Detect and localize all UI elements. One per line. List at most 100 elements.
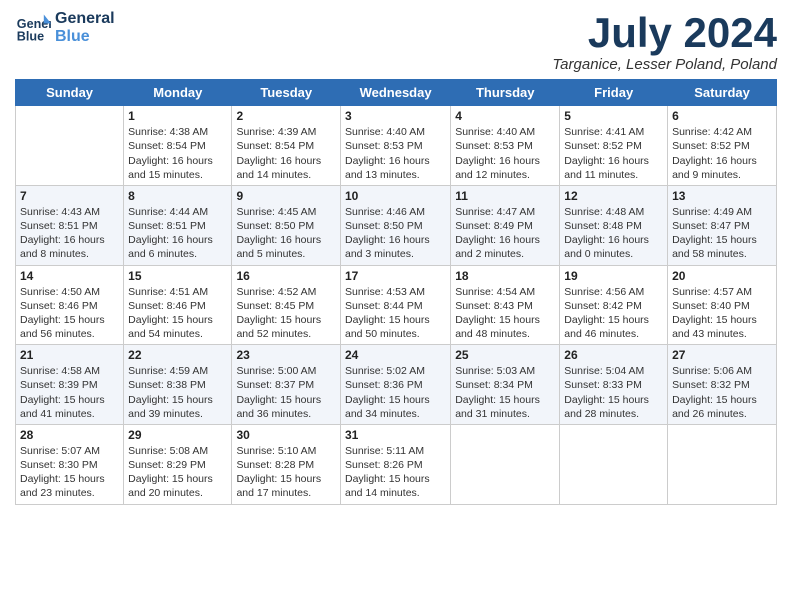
day-number: 3 — [345, 109, 446, 123]
day-info: Sunrise: 4:45 AM Sunset: 8:50 PM Dayligh… — [236, 205, 336, 262]
calendar-cell: 2 Sunrise: 4:39 AM Sunset: 8:54 PM Daylig… — [232, 106, 341, 186]
day-info: Sunrise: 4:49 AM Sunset: 8:47 PM Dayligh… — [672, 205, 772, 262]
day-info: Sunrise: 5:04 AM Sunset: 8:33 PM Dayligh… — [564, 364, 663, 421]
calendar-cell: 12 Sunrise: 4:48 AM Sunset: 8:48 PM Dayli… — [560, 185, 668, 265]
calendar-cell: 18 Sunrise: 4:54 AM Sunset: 8:43 PM Dayli… — [451, 265, 560, 345]
day-number: 18 — [455, 269, 555, 283]
day-number: 25 — [455, 348, 555, 362]
day-number: 16 — [236, 269, 336, 283]
day-info: Sunrise: 4:57 AM Sunset: 8:40 PM Dayligh… — [672, 285, 772, 342]
calendar-cell: 11 Sunrise: 4:47 AM Sunset: 8:49 PM Dayli… — [451, 185, 560, 265]
day-info: Sunrise: 5:03 AM Sunset: 8:34 PM Dayligh… — [455, 364, 555, 421]
day-info: Sunrise: 5:10 AM Sunset: 8:28 PM Dayligh… — [236, 444, 336, 501]
weekday-sunday: Sunday — [16, 80, 124, 106]
day-number: 5 — [564, 109, 663, 123]
day-number: 24 — [345, 348, 446, 362]
day-info: Sunrise: 4:48 AM Sunset: 8:48 PM Dayligh… — [564, 205, 663, 262]
day-info: Sunrise: 4:40 AM Sunset: 8:53 PM Dayligh… — [455, 125, 555, 182]
calendar-cell: 28Sunrise: 5:07 AM Sunset: 8:30 PM Dayli… — [16, 424, 124, 504]
day-info: Sunrise: 4:40 AM Sunset: 8:53 PM Dayligh… — [345, 125, 446, 182]
day-info: Sunrise: 4:51 AM Sunset: 8:46 PM Dayligh… — [128, 285, 227, 342]
calendar-cell: 6 Sunrise: 4:42 AM Sunset: 8:52 PM Daylig… — [668, 106, 777, 186]
logo: General Blue General Blue — [15, 10, 115, 46]
calendar-cell: 24 Sunrise: 5:02 AM Sunset: 8:36 PM Dayli… — [340, 345, 450, 425]
day-info: Sunrise: 4:43 AM Sunset: 8:51 PM Dayligh… — [20, 205, 119, 262]
calendar-cell — [451, 424, 560, 504]
day-info: Sunrise: 4:42 AM Sunset: 8:52 PM Dayligh… — [672, 125, 772, 182]
calendar-table: SundayMondayTuesdayWednesdayThursdayFrid… — [15, 79, 777, 504]
day-info: Sunrise: 5:11 AM Sunset: 8:26 PM Dayligh… — [345, 444, 446, 501]
calendar-cell — [668, 424, 777, 504]
day-number: 27 — [672, 348, 772, 362]
calendar-week-3: 14 Sunrise: 4:50 AM Sunset: 8:46 PM Dayli… — [16, 265, 777, 345]
weekday-tuesday: Tuesday — [232, 80, 341, 106]
day-number: 2 — [236, 109, 336, 123]
day-number: 7 — [20, 189, 119, 203]
calendar-cell: 7 Sunrise: 4:43 AM Sunset: 8:51 PM Daylig… — [16, 185, 124, 265]
calendar-cell: 9 Sunrise: 4:45 AM Sunset: 8:50 PM Daylig… — [232, 185, 341, 265]
day-info: Sunrise: 4:41 AM Sunset: 8:52 PM Dayligh… — [564, 125, 663, 182]
weekday-wednesday: Wednesday — [340, 80, 450, 106]
logo-icon: General Blue — [15, 10, 51, 46]
day-number: 8 — [128, 189, 227, 203]
weekday-monday: Monday — [124, 80, 232, 106]
calendar-cell — [560, 424, 668, 504]
calendar-cell: 29Sunrise: 5:08 AM Sunset: 8:29 PM Dayli… — [124, 424, 232, 504]
day-info: Sunrise: 4:50 AM Sunset: 8:46 PM Dayligh… — [20, 285, 119, 342]
day-info: Sunrise: 5:02 AM Sunset: 8:36 PM Dayligh… — [345, 364, 446, 421]
calendar-cell: 15Sunrise: 4:51 AM Sunset: 8:46 PM Dayli… — [124, 265, 232, 345]
day-number: 12 — [564, 189, 663, 203]
day-info: Sunrise: 4:54 AM Sunset: 8:43 PM Dayligh… — [455, 285, 555, 342]
day-info: Sunrise: 4:58 AM Sunset: 8:39 PM Dayligh… — [20, 364, 119, 421]
weekday-header-row: SundayMondayTuesdayWednesdayThursdayFrid… — [16, 80, 777, 106]
day-number: 31 — [345, 428, 446, 442]
calendar-cell: 23 Sunrise: 5:00 AM Sunset: 8:37 PM Dayli… — [232, 345, 341, 425]
day-number: 29 — [128, 428, 227, 442]
day-number: 22 — [128, 348, 227, 362]
day-info: Sunrise: 4:44 AM Sunset: 8:51 PM Dayligh… — [128, 205, 227, 262]
day-info: Sunrise: 4:47 AM Sunset: 8:49 PM Dayligh… — [455, 205, 555, 262]
day-info: Sunrise: 4:56 AM Sunset: 8:42 PM Dayligh… — [564, 285, 663, 342]
calendar-cell: 27Sunrise: 5:06 AM Sunset: 8:32 PM Dayli… — [668, 345, 777, 425]
day-info: Sunrise: 4:38 AM Sunset: 8:54 PM Dayligh… — [128, 125, 227, 182]
weekday-friday: Friday — [560, 80, 668, 106]
calendar-cell: 14 Sunrise: 4:50 AM Sunset: 8:46 PM Dayli… — [16, 265, 124, 345]
weekday-saturday: Saturday — [668, 80, 777, 106]
calendar-week-1: 1 Sunrise: 4:38 AM Sunset: 8:54 PM Daylig… — [16, 106, 777, 186]
calendar-cell — [16, 106, 124, 186]
day-number: 4 — [455, 109, 555, 123]
day-number: 23 — [236, 348, 336, 362]
calendar-week-5: 28Sunrise: 5:07 AM Sunset: 8:30 PM Dayli… — [16, 424, 777, 504]
day-number: 1 — [128, 109, 227, 123]
calendar-cell: 22 Sunrise: 4:59 AM Sunset: 8:38 PM Dayli… — [124, 345, 232, 425]
day-info: Sunrise: 4:39 AM Sunset: 8:54 PM Dayligh… — [236, 125, 336, 182]
calendar-cell: 30Sunrise: 5:10 AM Sunset: 8:28 PM Dayli… — [232, 424, 341, 504]
calendar-cell: 16Sunrise: 4:52 AM Sunset: 8:45 PM Dayli… — [232, 265, 341, 345]
calendar-cell: 5 Sunrise: 4:41 AM Sunset: 8:52 PM Daylig… — [560, 106, 668, 186]
calendar-body: 1 Sunrise: 4:38 AM Sunset: 8:54 PM Daylig… — [16, 106, 777, 504]
day-number: 28 — [20, 428, 119, 442]
calendar-cell: 20Sunrise: 4:57 AM Sunset: 8:40 PM Dayli… — [668, 265, 777, 345]
logo-text-general: General — [55, 10, 115, 28]
day-number: 6 — [672, 109, 772, 123]
day-number: 10 — [345, 189, 446, 203]
day-info: Sunrise: 5:00 AM Sunset: 8:37 PM Dayligh… — [236, 364, 336, 421]
calendar-cell: 1 Sunrise: 4:38 AM Sunset: 8:54 PM Daylig… — [124, 106, 232, 186]
month-title: July 2024 — [552, 10, 777, 56]
title-area: July 2024 Targanice, Lesser Poland, Pola… — [552, 10, 777, 73]
calendar-cell: 10Sunrise: 4:46 AM Sunset: 8:50 PM Dayli… — [340, 185, 450, 265]
calendar-cell: 3 Sunrise: 4:40 AM Sunset: 8:53 PM Daylig… — [340, 106, 450, 186]
day-number: 26 — [564, 348, 663, 362]
calendar-cell: 25 Sunrise: 5:03 AM Sunset: 8:34 PM Dayli… — [451, 345, 560, 425]
calendar-week-2: 7 Sunrise: 4:43 AM Sunset: 8:51 PM Daylig… — [16, 185, 777, 265]
day-info: Sunrise: 4:59 AM Sunset: 8:38 PM Dayligh… — [128, 364, 227, 421]
calendar-cell: 17Sunrise: 4:53 AM Sunset: 8:44 PM Dayli… — [340, 265, 450, 345]
day-number: 9 — [236, 189, 336, 203]
calendar-week-4: 21 Sunrise: 4:58 AM Sunset: 8:39 PM Dayli… — [16, 345, 777, 425]
calendar-cell: 21 Sunrise: 4:58 AM Sunset: 8:39 PM Dayli… — [16, 345, 124, 425]
day-number: 11 — [455, 189, 555, 203]
day-number: 21 — [20, 348, 119, 362]
weekday-thursday: Thursday — [451, 80, 560, 106]
day-number: 14 — [20, 269, 119, 283]
day-number: 17 — [345, 269, 446, 283]
